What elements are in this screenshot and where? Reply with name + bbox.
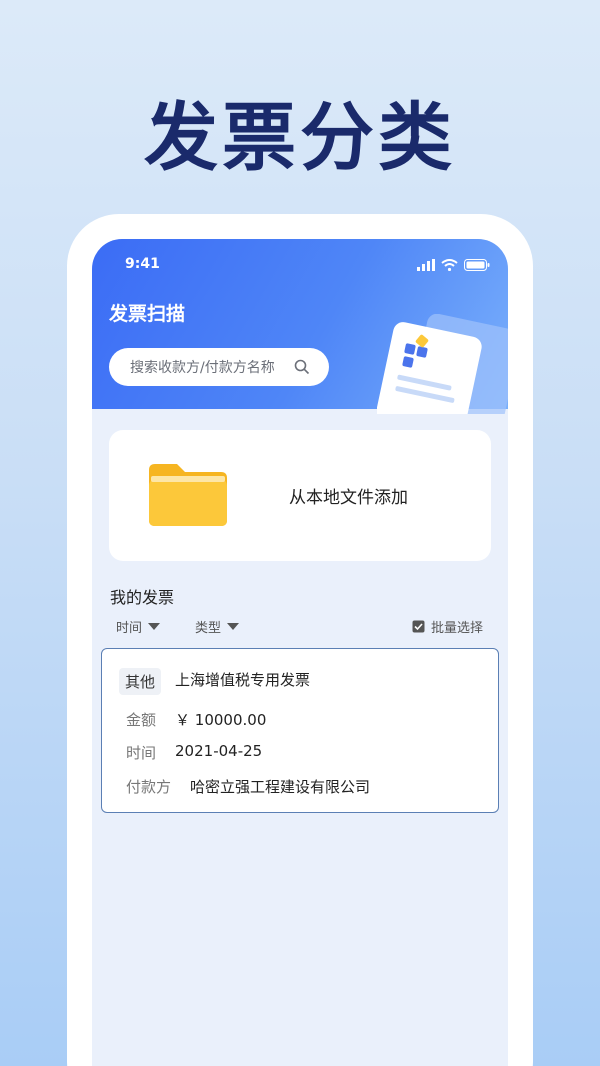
- filter-type-label: 类型: [195, 621, 222, 636]
- page-title: 发票扫描: [109, 303, 186, 325]
- chevron-down-icon: [148, 623, 161, 630]
- filter-type[interactable]: 类型: [195, 617, 240, 636]
- status-icons: [417, 259, 490, 271]
- battery-icon: [464, 259, 490, 271]
- document-illustration-icon: [377, 314, 508, 414]
- filter-time-label: 时间: [116, 621, 143, 636]
- checkbox-icon: [412, 620, 425, 633]
- invoice-amount-value: ￥ 10000.00: [175, 711, 267, 729]
- batch-select-label: 批量选择: [430, 621, 483, 636]
- wifi-icon: [441, 259, 458, 271]
- invoice-time-label: 时间: [126, 744, 157, 762]
- app-screen: 9:41 发票扫描 搜索收款方/付款方名称 从本地文件添加 我的发票 时间 类型…: [92, 239, 508, 1066]
- add-from-local-button[interactable]: 从本地文件添加: [109, 430, 491, 561]
- invoice-payer-row: 付款方 哈密立强工程建设有限公司: [126, 776, 370, 797]
- invoice-card[interactable]: 其他 上海增值税专用发票 金额 ￥ 10000.00 时间 2021-04-25…: [101, 648, 499, 813]
- status-time: 9:41: [125, 256, 160, 272]
- filter-time[interactable]: 时间: [116, 617, 161, 636]
- invoice-time-row: 时间 2021-04-25: [126, 742, 262, 763]
- chevron-down-icon: [227, 623, 240, 630]
- folder-icon: [149, 464, 227, 526]
- search-icon[interactable]: [294, 359, 310, 375]
- search-input[interactable]: 搜索收款方/付款方名称: [109, 348, 329, 386]
- add-from-local-label: 从本地文件添加: [289, 488, 408, 508]
- app-header: 9:41 发票扫描 搜索收款方/付款方名称: [92, 239, 508, 414]
- invoice-time-value: 2021-04-25: [175, 742, 263, 760]
- my-invoices-title: 我的发票: [110, 588, 175, 607]
- signal-icon: [417, 259, 435, 271]
- batch-select-button[interactable]: 批量选择: [412, 617, 483, 636]
- invoice-type-tag: 其他: [119, 668, 162, 695]
- invoice-amount-row: 金额 ￥ 10000.00: [126, 709, 266, 730]
- invoice-title: 上海增值税专用发票: [175, 671, 311, 689]
- invoice-payer-value: 哈密立强工程建设有限公司: [190, 778, 371, 796]
- promo-title: 发票分类: [144, 95, 456, 181]
- invoice-amount-label: 金额: [126, 711, 157, 729]
- search-placeholder: 搜索收款方/付款方名称: [130, 360, 275, 376]
- invoice-payer-label: 付款方: [126, 778, 172, 796]
